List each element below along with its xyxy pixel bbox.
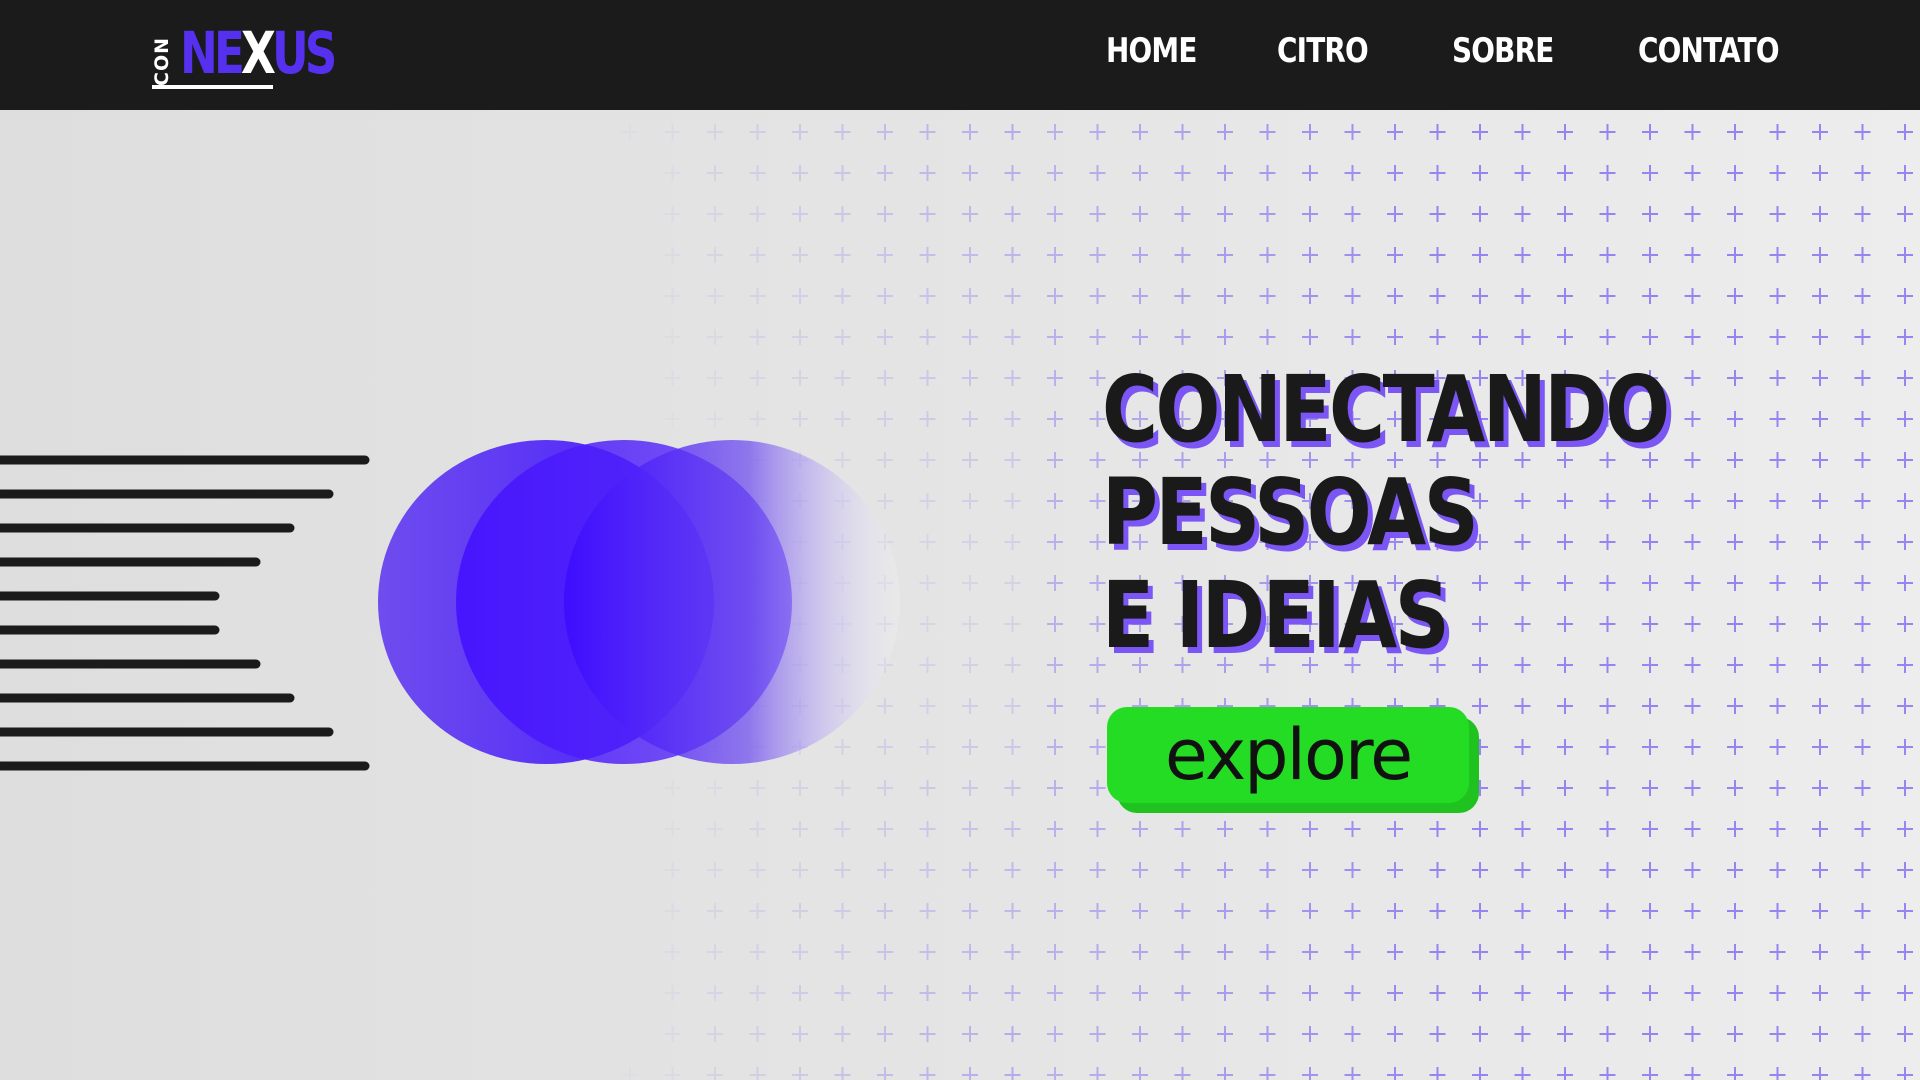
landing-page: CON NEXUS HOME CITRO SOBRE CONTATO CONEC… [0,0,1920,1080]
nav-link-home[interactable]: HOME [1106,31,1197,72]
hero-headline: CONECTANDO PESSOAS E IDEIAS [1102,356,1670,669]
speed-lines-icon [0,455,370,771]
circle-right [564,440,900,764]
conexus-logo[interactable]: CON NEXUS [150,24,340,92]
nav-link-sobre[interactable]: SOBRE [1452,31,1554,72]
nav-link-citro[interactable]: CITRO [1277,31,1369,72]
hero-section: CONECTANDO PESSOAS E IDEIAS explore [0,110,1920,1080]
headline-line-3: E IDEIAS [1102,562,1450,669]
logo-us: US [271,19,337,87]
logo-x: X [240,19,276,87]
logo-wordmark: NEXUS [180,24,337,82]
logo-prefix: CON [151,37,173,86]
headline-line-2: PESSOAS [1102,459,1479,566]
explore-button[interactable]: explore [1107,707,1469,803]
nav-link-contato[interactable]: CONTATO [1638,31,1780,72]
headline-line-1: CONECTANDO [1102,356,1670,463]
overlapping-circles-icon [378,440,900,764]
top-navbar: CON NEXUS HOME CITRO SOBRE CONTATO [0,0,1920,110]
logo-ne: NE [180,19,245,87]
